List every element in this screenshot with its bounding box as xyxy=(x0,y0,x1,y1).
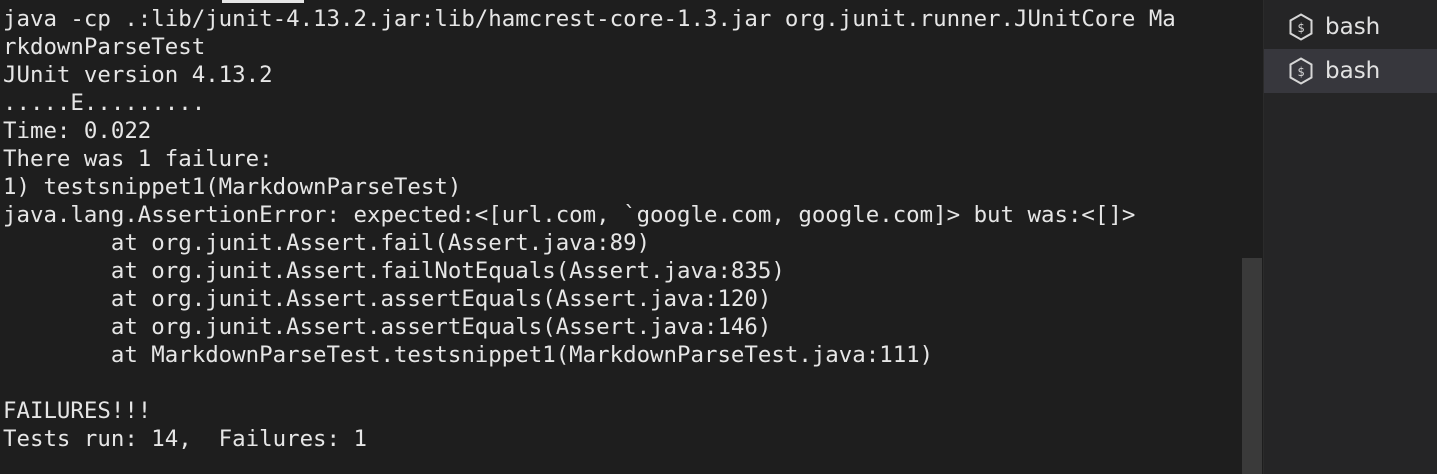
terminal-tabs-panel: $ bash $ bash xyxy=(1263,0,1437,474)
terminal-scrollbar[interactable] xyxy=(1241,0,1263,474)
terminal-line: Time: 0.022 xyxy=(3,118,152,144)
terminal-line: There was 1 failure: xyxy=(3,146,273,172)
svg-text:$: $ xyxy=(1297,65,1304,79)
terminal-line: at MarkdownParseTest.testsnippet1(Markdo… xyxy=(3,342,934,368)
terminal-tab-bash-1[interactable]: $ bash xyxy=(1264,5,1437,49)
tab-label: bash xyxy=(1325,14,1381,40)
terminal-lines: java -cp .:lib/junit-4.13.2.jar:lib/hamc… xyxy=(3,5,1176,453)
terminal-line: java -cp .:lib/junit-4.13.2.jar:lib/hamc… xyxy=(3,6,1176,32)
terminal-line: .....E......... xyxy=(3,90,206,116)
terminal-line: 1) testsnippet1(MarkdownParseTest) xyxy=(3,174,462,200)
terminal-line: java.lang.AssertionError: expected:<[url… xyxy=(3,202,1136,228)
terminal-line: Tests run: 14, Failures: 1 xyxy=(3,426,367,452)
terminal-line: rkdownParseTest xyxy=(3,34,206,60)
terminal-shell-icon: $ xyxy=(1288,57,1314,85)
scrollbar-thumb[interactable] xyxy=(1242,258,1262,474)
terminal-line: JUnit version 4.13.2 xyxy=(3,62,273,88)
terminal-line: at org.junit.Assert.assertEquals(Assert.… xyxy=(3,286,772,312)
terminal-output[interactable]: java -cp .:lib/junit-4.13.2.jar:lib/hamc… xyxy=(0,0,1241,474)
terminal-shell-icon: $ xyxy=(1288,13,1314,41)
svg-text:$: $ xyxy=(1297,21,1304,35)
terminal-line: FAILURES!!! xyxy=(3,398,152,424)
terminal-tab-bash-2[interactable]: $ bash xyxy=(1264,49,1437,93)
terminal-line: at org.junit.Assert.fail(Assert.java:89) xyxy=(3,230,651,256)
tab-label: bash xyxy=(1325,58,1381,84)
terminal-line: at org.junit.Assert.assertEquals(Assert.… xyxy=(3,314,772,340)
terminal-line: at org.junit.Assert.failNotEquals(Assert… xyxy=(3,258,785,284)
selection-mark xyxy=(222,0,304,3)
